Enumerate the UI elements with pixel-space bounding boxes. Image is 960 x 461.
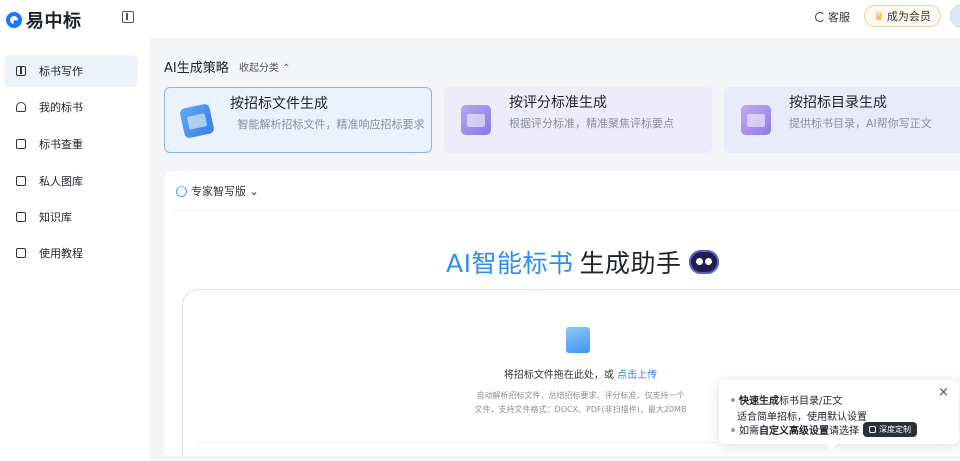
service-label: 客服 (828, 11, 850, 24)
sidebar-item-label: 我的标书 (39, 101, 83, 114)
become-member-button[interactable]: ♛ 成为会员 (864, 5, 941, 27)
sidebar-item-bid-writing[interactable]: 标书写作 (4, 55, 138, 87)
card-desc: 提供标书目录，AI帮你写正文 (789, 117, 932, 130)
upload-text: 将招标文件拖在此处，或 点击上传 (183, 366, 960, 381)
crown-icon: ♛ (874, 9, 884, 23)
check-doc-icon (16, 139, 26, 149)
bullet-dot (731, 397, 735, 402)
folder-icon (16, 212, 26, 222)
divider (174, 210, 960, 211)
checkmark-doc-icon (461, 105, 491, 135)
deep-customize-button[interactable]: 深度定制 (863, 422, 917, 437)
hero-title-dark: 生成助手 (579, 249, 682, 278)
card-by-tender-file[interactable]: 按招标文件生成 智能解析招标文件，精准响应招标要求 (164, 87, 432, 153)
planet-icon (176, 185, 187, 197)
tip-line: 快速生成 标书目录/正文 (731, 392, 842, 407)
collapse-categories-button[interactable]: 收起分类 ⌃ (239, 59, 291, 74)
card-title: 按评分标准生成 (509, 95, 607, 111)
generation-tip-popover: × 快速生成 标书目录/正文 适合简单招标，使用默认设置 如需 自定义高级设置 … (719, 380, 959, 450)
tip-line: 如需 自定义高级设置 请选择 深度定制 (731, 422, 917, 437)
top-bar: 易中标 客服 ♛ 成为会员 (0, 0, 960, 38)
gallery-icon (16, 176, 26, 186)
sidebar-item-label: 知识库 (39, 211, 72, 224)
sidebar: 标书写作 我的标书 标书查重 私人图库 知识库 使用教程 (0, 38, 150, 461)
sidebar-item-my-bids[interactable]: 我的标书 (4, 91, 138, 123)
card-by-scoring-criteria[interactable]: 按评分标准生成 根据评分标准，精准聚焦评标要点 (444, 87, 712, 153)
user-icon (16, 102, 26, 112)
robot-icon (688, 250, 719, 274)
divider (197, 442, 717, 443)
sidebar-item-duplicate-check[interactable]: 标书查重 (4, 128, 138, 160)
avatar[interactable] (950, 4, 960, 28)
version-selector[interactable]: 专家智写版 ⌄ (176, 183, 259, 199)
deep-customize-label: 深度定制 (879, 425, 911, 434)
sidebar-item-tutorial[interactable]: 使用教程 (4, 237, 138, 269)
sidebar-item-private-gallery[interactable]: 私人图库 (4, 165, 138, 197)
card-by-tender-outline[interactable]: 按招标目录生成 提供标书目录，AI帮你写正文 (724, 87, 960, 153)
folder-icon (179, 103, 215, 139)
logo-text: 易中标 (26, 11, 82, 32)
hero-title-blue: AI智能标书 (446, 249, 574, 278)
upload-instruction: 将招标文件拖在此处，或 (503, 370, 614, 381)
customer-service-button[interactable]: 客服 (815, 9, 850, 25)
tip-bold: 快速生成 (739, 396, 779, 407)
tutorial-icon (16, 248, 26, 258)
settings-icon (869, 426, 876, 433)
sidebar-item-knowledge-base[interactable]: 知识库 (4, 201, 138, 233)
tip-text: 适合简单招标，使用默认设置 (737, 412, 867, 423)
sidebar-item-label: 使用教程 (39, 247, 83, 260)
sidebar-toggle-icon[interactable] (122, 11, 134, 23)
search-folder-icon (741, 105, 771, 135)
sidebar-item-label: 标书写作 (39, 65, 83, 78)
sidebar-item-label: 私人图库 (39, 175, 83, 188)
tip-text: 如需 (739, 426, 759, 437)
strategy-title: AI生成策略 (164, 61, 229, 76)
card-title: 按招标目录生成 (789, 95, 887, 111)
headset-icon (815, 12, 825, 22)
tip-line: 适合简单招标，使用默认设置 (737, 408, 867, 423)
tip-bold: 自定义高级设置 (759, 426, 829, 437)
version-label: 专家智写版 ⌄ (191, 185, 259, 198)
logo-icon (6, 12, 22, 28)
vip-label: 成为会员 (886, 10, 931, 23)
logo[interactable]: 易中标 (6, 7, 82, 33)
card-desc: 智能解析招标文件，精准响应招标要求 (237, 118, 425, 131)
hero-title: AI智能标书 生成助手 (446, 244, 719, 280)
tip-text: 标书目录/正文 (779, 396, 843, 407)
card-desc: 根据评分标准，精准聚焦评标要点 (509, 117, 674, 130)
file-upload-icon (566, 327, 590, 353)
close-icon[interactable]: × (938, 385, 949, 400)
upload-link[interactable]: 点击上传 (617, 370, 657, 381)
book-icon (16, 66, 26, 76)
bullet-dot (731, 427, 735, 432)
card-title: 按招标文件生成 (230, 96, 328, 112)
sidebar-item-label: 标书查重 (39, 138, 83, 151)
tip-text: 请选择 (829, 426, 859, 437)
